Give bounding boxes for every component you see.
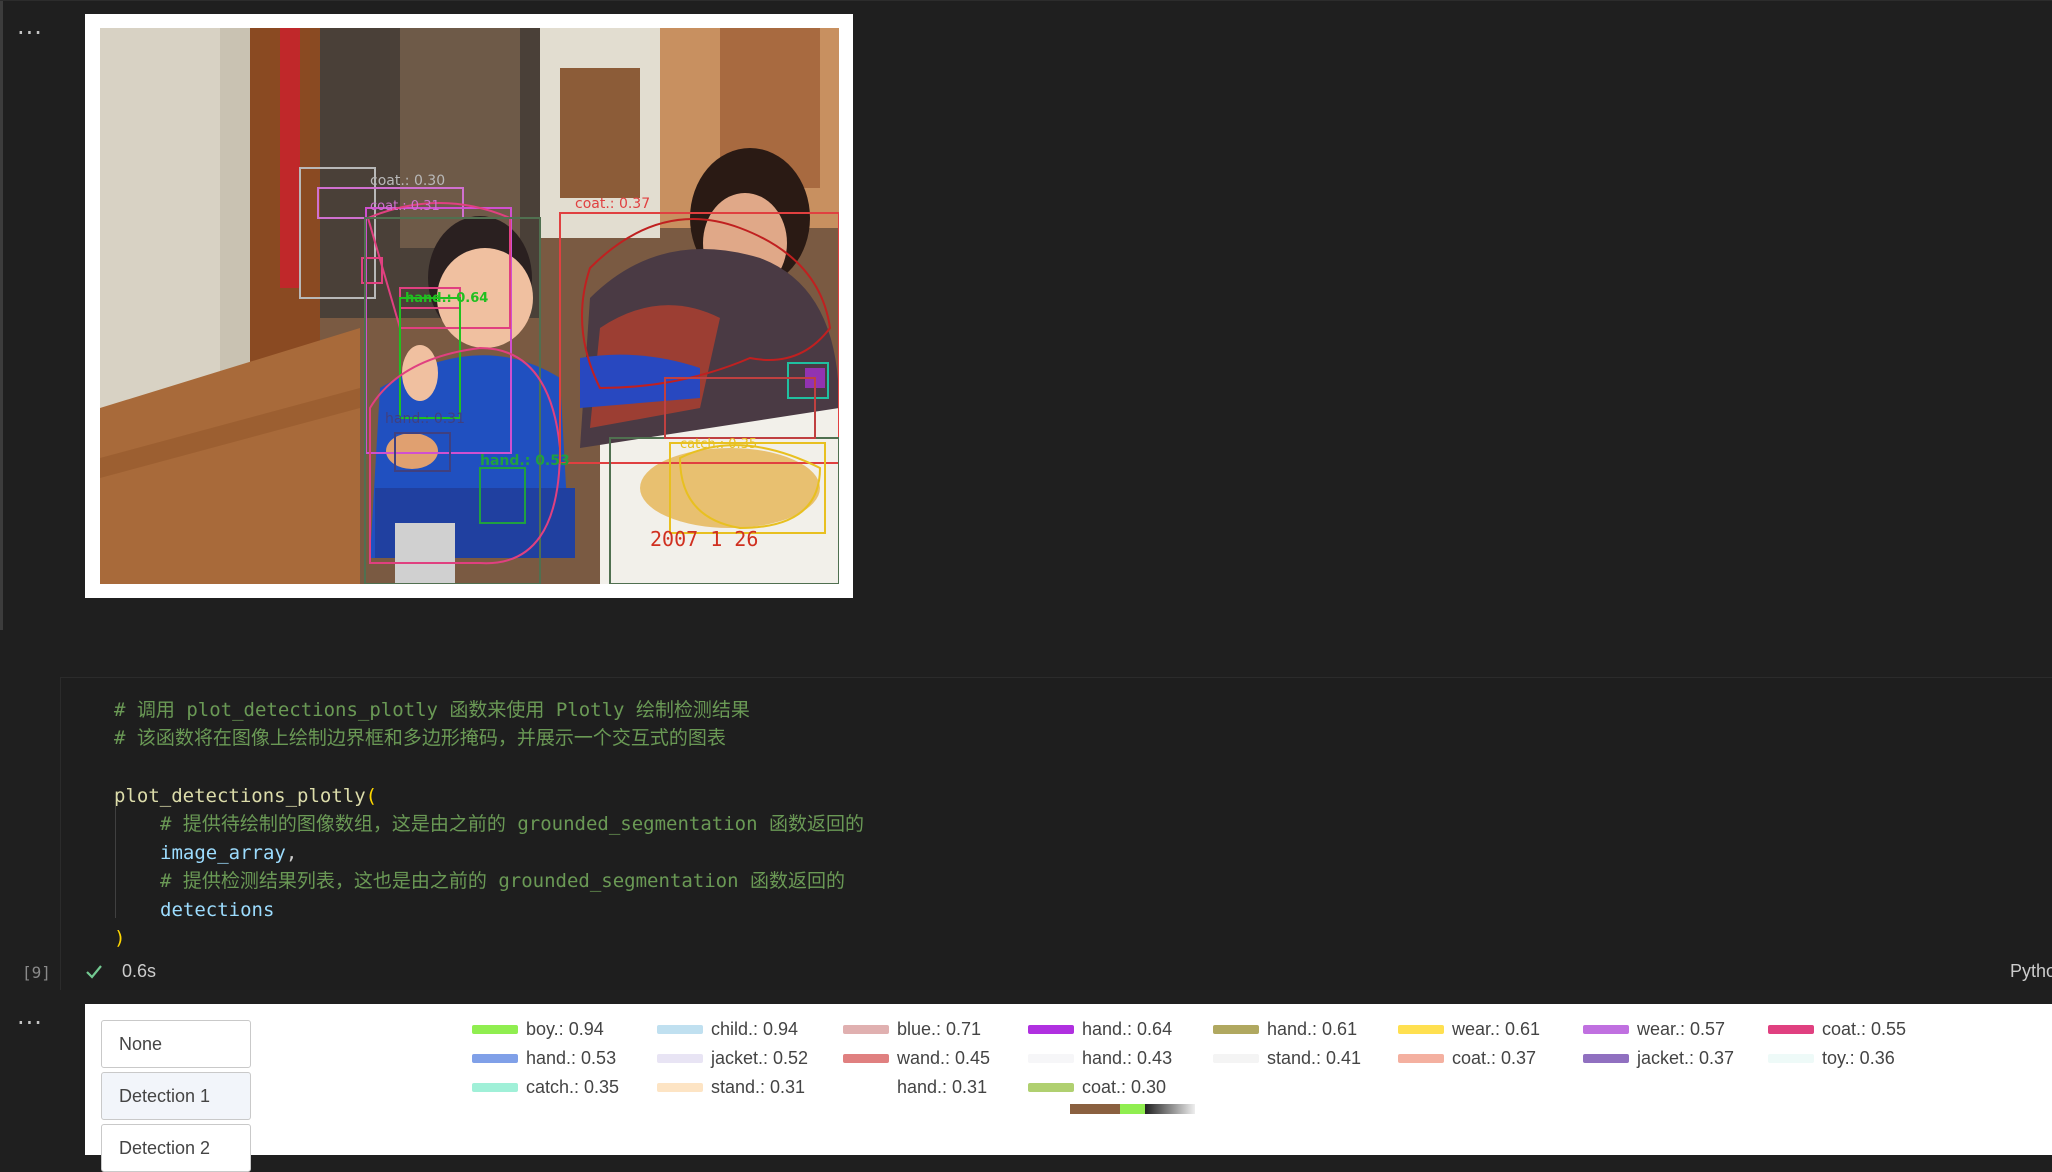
code-comment-line-4: # 提供检测结果列表，这也是由之前的 grounded_segmentation… <box>160 870 845 892</box>
legend-label: coat.: 0.55 <box>1822 1019 1907 1039</box>
code-comment-line-1: # 调用 plot_detections_plotly 函数来使用 Plotly… <box>114 699 750 721</box>
code-comment-line-3: # 提供待绘制的图像数组，这是由之前的 grounded_segmentatio… <box>160 813 864 835</box>
legend-label: hand.: 0.53 <box>526 1048 617 1068</box>
cell-toolbar-more-icon[interactable]: ... <box>17 14 43 38</box>
function-name: plot_detections_plotly <box>114 785 366 807</box>
legend-swatch <box>657 1025 703 1034</box>
legend-swatch <box>1768 1054 1814 1063</box>
execution-time: 0.6s <box>122 961 157 981</box>
plot-button-detection-2[interactable]: Detection 2 <box>101 1124 251 1172</box>
code-call-line: plot_detections_plotly( <box>114 782 377 810</box>
legend-swatch <box>472 1083 518 1092</box>
cell-focus-indicator <box>0 0 3 630</box>
legend-swatch <box>1028 1025 1074 1034</box>
detection-result-canvas: coat.: 0.30 coat.: 0.31 coat.: 0.37 hand… <box>100 28 839 584</box>
legend-label: hand.: 0.61 <box>1267 1019 1358 1039</box>
argument-image-array: image_array <box>160 842 286 864</box>
legend-swatch <box>1028 1083 1074 1092</box>
plot-button-none[interactable]: None <box>101 1020 251 1068</box>
image-label-hand-031: hand.: 0.31 <box>385 411 465 427</box>
legend-label: hand.: 0.64 <box>1082 1019 1173 1039</box>
argument-detections: detections <box>160 899 275 921</box>
legend-swatch <box>1398 1054 1444 1063</box>
legend-swatch <box>843 1054 889 1063</box>
success-check-icon <box>84 962 104 982</box>
legend-label: child.: 0.94 <box>711 1019 799 1039</box>
legend-swatch <box>1028 1054 1074 1063</box>
open-paren: ( <box>365 785 378 807</box>
image-label-coat-030: coat.: 0.30 <box>370 173 445 189</box>
image-label-catch-035: catch.: 0.35 <box>680 437 757 452</box>
detection-result-image: coat.: 0.30 coat.: 0.31 coat.: 0.37 hand… <box>100 28 839 584</box>
legend-swatch <box>1398 1025 1444 1034</box>
legend-swatch <box>1213 1054 1259 1063</box>
code-cell[interactable]: # 调用 plot_detections_plotly 函数来使用 Plotly… <box>60 677 2052 990</box>
legend-swatch <box>1768 1025 1814 1034</box>
legend-swatch <box>843 1025 889 1034</box>
legend-label: hand.: 0.43 <box>1082 1048 1173 1068</box>
legend-label: wand.: 0.45 <box>897 1048 991 1068</box>
cell-divider <box>0 0 2052 1</box>
legend-label: hand.: 0.31 <box>897 1077 988 1097</box>
legend-swatch <box>1213 1025 1259 1034</box>
legend-label: boy.: 0.94 <box>526 1019 604 1039</box>
plot-image-thumbnail <box>1070 1104 1195 1114</box>
image-label-hand-064: hand.: 0.64 <box>405 291 488 306</box>
image-label-coat-031: coat.: 0.31 <box>370 199 440 214</box>
legend-label: jacket.: 0.52 <box>711 1048 809 1068</box>
legend-swatch <box>843 1083 889 1092</box>
legend-label: toy.: 0.36 <box>1822 1048 1895 1068</box>
legend-swatch <box>472 1054 518 1063</box>
legend-swatch <box>657 1083 703 1092</box>
execution-count: [9] <box>22 963 51 982</box>
image-date-stamp: 2007 1 26 <box>650 527 758 551</box>
code-arg-line-1: image_array, <box>160 839 297 867</box>
image-label-hand-053: hand.: 0.53 <box>480 453 570 469</box>
legend-swatch <box>1583 1054 1629 1063</box>
indent-guide <box>115 806 116 918</box>
legend-label: coat.: 0.37 <box>1452 1048 1537 1068</box>
legend-swatch <box>472 1025 518 1034</box>
legend-label: catch.: 0.35 <box>526 1077 620 1097</box>
kernel-language-label[interactable]: Pytho <box>2010 961 2052 982</box>
legend-label: jacket.: 0.37 <box>1637 1048 1735 1068</box>
output-image-frame: coat.: 0.30 coat.: 0.31 coat.: 0.37 hand… <box>85 14 853 598</box>
output-toolbar-more-icon[interactable]: ... <box>17 1004 43 1028</box>
legend-label: wear.: 0.57 <box>1637 1019 1726 1039</box>
legend-swatch <box>657 1054 703 1063</box>
plotly-figure: None Detection 1 Detection 2 boy.: 0.94 c… <box>85 1004 2052 1172</box>
legend-swatch <box>1583 1025 1629 1034</box>
code-comment-line-2: # 该函数将在图像上绘制边界框和多边形掩码，并展示一个交互式的图表 <box>114 727 726 749</box>
legend-label: stand.: 0.41 <box>1267 1048 1362 1068</box>
legend-label: blue.: 0.71 <box>897 1019 982 1039</box>
image-label-coat-037: coat.: 0.37 <box>575 196 650 212</box>
legend-label: wear.: 0.61 <box>1452 1019 1541 1039</box>
plot-button-detection-1[interactable]: Detection 1 <box>101 1072 251 1120</box>
comma: , <box>285 842 298 864</box>
code-arg-line-2: detections <box>160 896 274 924</box>
close-paren: ) <box>114 927 126 949</box>
legend-label: coat.: 0.30 <box>1082 1077 1167 1097</box>
legend-label: stand.: 0.31 <box>711 1077 806 1097</box>
